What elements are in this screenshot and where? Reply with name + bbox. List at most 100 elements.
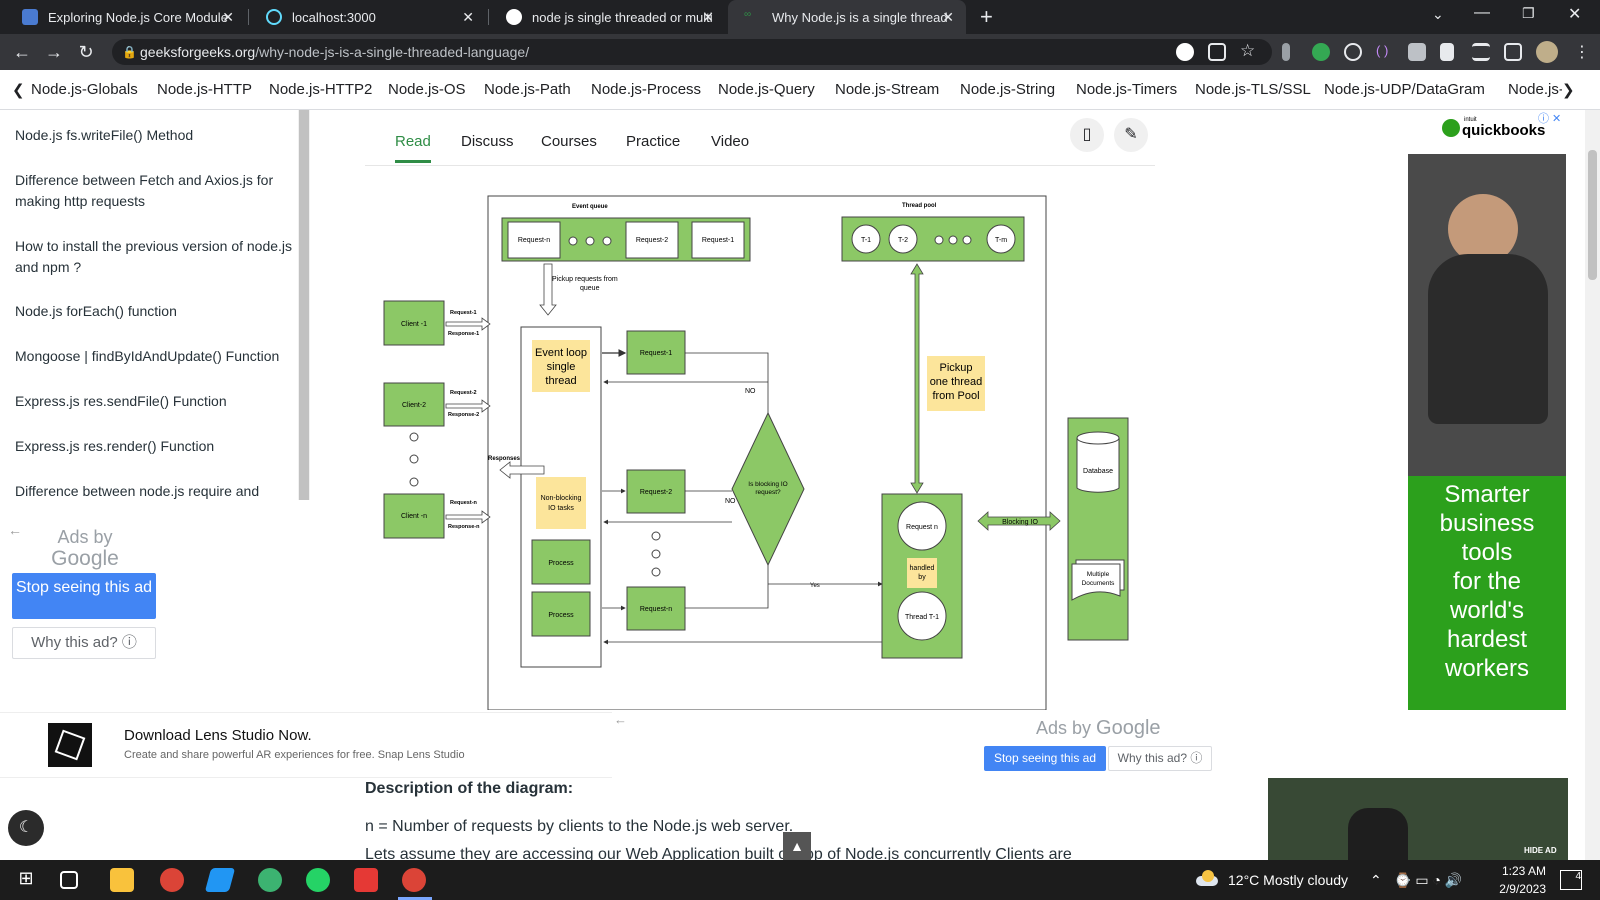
topic-link[interactable]: Node.js-	[1508, 81, 1564, 98]
browser-tab[interactable]: Exploring Node.js Core Modules ✕	[6, 0, 246, 34]
page-scrollbar[interactable]	[1585, 110, 1600, 860]
close-tab-icon[interactable]: ✕	[222, 9, 234, 26]
chrome-icon[interactable]	[402, 868, 426, 892]
topic-link[interactable]: Node.js-String	[960, 81, 1055, 98]
sidebar-scrollbar[interactable]	[298, 110, 310, 500]
dark-mode-toggle-icon[interactable]: ☾	[8, 810, 44, 846]
chrome-icon[interactable]	[160, 868, 184, 892]
sidebar-article-link[interactable]: How to install the previous version of n…	[15, 236, 295, 278]
browser-tab[interactable]: localhost:3000 ✕	[250, 0, 486, 34]
task-view-icon[interactable]	[60, 871, 78, 889]
tab-courses[interactable]: Courses	[541, 133, 597, 150]
response-label: Response-1	[448, 331, 479, 337]
side-panel-icon[interactable]	[1504, 43, 1522, 61]
windows-start-icon[interactable]: ⊞	[14, 868, 38, 892]
address-bar[interactable]: 🔒 geeksforgeeks.org/why-node-js-is-a-sin…	[112, 39, 1272, 65]
sidebar-article-link[interactable]: Express.js res.render() Function	[15, 436, 295, 457]
stop-seeing-ad-button[interactable]: Stop seeing this ad	[984, 746, 1106, 771]
adchoices-icon[interactable]: ⓘ ✕	[1538, 110, 1561, 126]
puzzle-icon[interactable]	[1440, 43, 1454, 61]
extension-icon[interactable]	[1408, 43, 1426, 61]
topic-link[interactable]: Node.js-Globals	[31, 81, 138, 98]
back-arrow-icon[interactable]: ←	[614, 712, 627, 727]
chevron-up-icon[interactable]: ⌃	[1370, 872, 1382, 889]
whatsapp-icon[interactable]	[306, 868, 330, 892]
sidebar-article-link[interactable]: Node.js forEach() function	[15, 301, 295, 322]
sidebar-article-link[interactable]: Difference between node.js require and	[15, 481, 295, 500]
edit-icon[interactable]: ✎	[1114, 118, 1148, 152]
sidebar-article-link[interactable]: Difference between Fetch and Axios.js fo…	[15, 170, 295, 212]
scroll-to-top-button[interactable]: ▲	[783, 832, 811, 860]
thread-label: T-2	[898, 237, 908, 244]
sidebar-article-link[interactable]: Node.js fs.writeFile() Method	[15, 125, 295, 146]
inner-request-label: Request-n	[640, 606, 672, 613]
tab-read[interactable]: Read	[395, 133, 431, 150]
share-icon[interactable]	[1208, 43, 1226, 61]
topic-link[interactable]: Node.js-Stream	[835, 81, 939, 98]
tab-discuss[interactable]: Discuss	[461, 133, 514, 150]
close-tab-icon[interactable]: ✕	[702, 9, 714, 26]
quickbooks-ad[interactable]: intuit quickbooks ⓘ ✕ Smarter business too…	[1408, 110, 1566, 710]
lens-studio-ad[interactable]: Download Lens Studio Now. Create and sha…	[0, 712, 612, 778]
sidebar-article-link[interactable]: Mongoose | findByIdAndUpdate() Function	[15, 346, 295, 367]
tray-icons[interactable]: ⌚ ▭ ◔ 🔊	[1394, 872, 1462, 889]
topic-link[interactable]: Node.js-Query	[718, 81, 815, 98]
app-icon[interactable]	[354, 868, 378, 892]
avatar[interactable]	[1536, 41, 1558, 63]
extension-icon[interactable]	[1312, 43, 1330, 61]
menu-icon[interactable]: ⋮	[1574, 42, 1590, 62]
chevron-right-icon[interactable]: ❯	[1562, 81, 1586, 99]
notification-icon[interactable]: 4	[1560, 870, 1582, 890]
restore-icon[interactable]: ❐	[1522, 5, 1535, 22]
star-icon[interactable]: ☆	[1240, 41, 1255, 61]
client-label: Client -n	[401, 513, 427, 520]
new-tab-button[interactable]: +	[980, 4, 993, 30]
tab-video[interactable]: Video	[711, 133, 749, 150]
extension-icon[interactable]	[1344, 43, 1362, 61]
queue-request: Request-2	[636, 237, 668, 244]
weather-text[interactable]: 12°C Mostly cloudy	[1228, 872, 1348, 888]
close-window-icon[interactable]: ✕	[1568, 4, 1581, 24]
topic-link[interactable]: Node.js-TLS/SSL	[1195, 81, 1311, 98]
browser-tab[interactable]: node js single threaded or multit ✕	[490, 0, 726, 34]
topic-link[interactable]: Node.js-OS	[388, 81, 466, 98]
why-this-ad-button[interactable]: Why this ad? ⓘ	[12, 627, 156, 659]
topic-link[interactable]: Node.js-Path	[484, 81, 571, 98]
extension-icon[interactable]	[1282, 43, 1290, 61]
blocking-io-label: Blocking IO	[1002, 519, 1038, 526]
close-tab-icon[interactable]: ✕	[462, 9, 474, 26]
tab-search-icon[interactable]: ⌄	[1432, 6, 1444, 23]
hide-ad-button[interactable]: HIDE AD	[1524, 846, 1557, 855]
close-tab-icon[interactable]: ✕	[942, 9, 954, 26]
topic-link[interactable]: Node.js-HTTP	[157, 81, 252, 98]
topic-link[interactable]: Node.js-HTTP2	[269, 81, 372, 98]
browser-tab-active[interactable]: ∞ Why Node.js is a single threaded ✕	[728, 0, 966, 34]
minimize-icon[interactable]: —	[1474, 4, 1490, 22]
sidebar-article-link[interactable]: Express.js res.sendFile() Function	[15, 391, 295, 412]
file-explorer-icon[interactable]	[110, 868, 134, 892]
back-icon[interactable]: ←	[10, 40, 34, 64]
client-label: Client-2	[402, 402, 426, 409]
reload-icon[interactable]: ↻	[74, 40, 98, 64]
edge-icon[interactable]	[258, 868, 282, 892]
topic-link[interactable]: Node.js-Timers	[1076, 81, 1177, 98]
google-lens-icon[interactable]	[1176, 43, 1194, 61]
url-path: /why-node-js-is-a-single-threaded-langua…	[255, 44, 530, 60]
extension-icon[interactable]: ( )	[1376, 43, 1394, 61]
vscode-icon[interactable]	[204, 868, 236, 892]
thread-label: T-1	[861, 237, 871, 244]
topic-link[interactable]: Node.js-Process	[591, 81, 701, 98]
clock[interactable]: 1:23 AM 2/9/2023	[1486, 864, 1546, 896]
stop-seeing-ad-button[interactable]: Stop seeing this ad	[12, 573, 156, 619]
reading-list-icon[interactable]	[1472, 43, 1490, 61]
forward-icon[interactable]: →	[42, 40, 66, 64]
tab-title: Why Node.js is a single threaded	[772, 9, 948, 25]
chevron-left-icon[interactable]: ❮	[12, 81, 25, 99]
why-this-ad-button[interactable]: Why this ad? ⓘ	[1108, 746, 1212, 771]
event-loop-label: thread	[545, 375, 576, 387]
quickbooks-logo-icon	[1442, 119, 1460, 137]
tab-practice[interactable]: Practice	[626, 133, 680, 150]
bottom-ad-banner[interactable]: HIDE AD	[1268, 778, 1568, 860]
topic-link[interactable]: Node.js-UDP/DataGram	[1324, 81, 1485, 98]
bookmark-icon[interactable]: ▯	[1070, 118, 1104, 152]
